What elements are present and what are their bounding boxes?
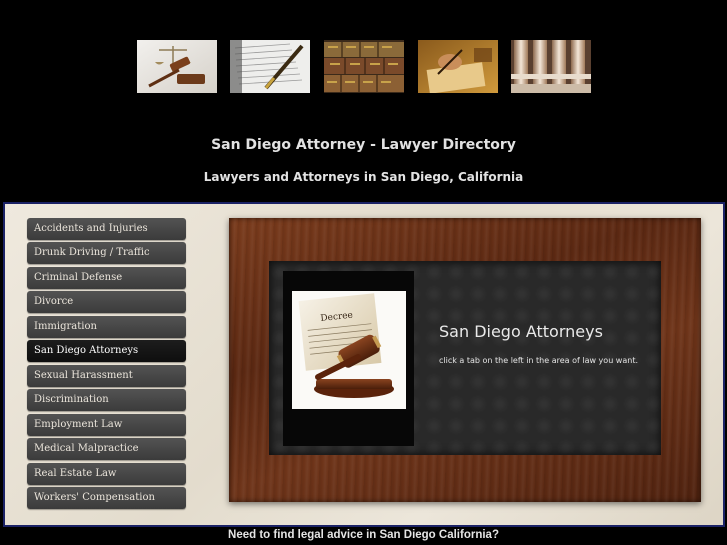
menu-item-workers-compensation[interactable]: Workers' Compensation bbox=[27, 487, 186, 509]
feature-image-box: Decree bbox=[283, 271, 414, 446]
courthouse-columns-photo-icon bbox=[511, 40, 591, 93]
menu-item-sexual-harassment[interactable]: Sexual Harassment bbox=[27, 365, 186, 387]
law-books-photo-icon bbox=[324, 40, 404, 93]
menu-item-immigration[interactable]: Immigration bbox=[27, 316, 186, 338]
feature-instructions: click a tab on the left in the area of l… bbox=[439, 356, 638, 365]
site-subtitle: Lawyers and Attorneys in San Diego, Cali… bbox=[203, 170, 524, 184]
menu-item-real-estate-law[interactable]: Real Estate Law bbox=[27, 463, 186, 485]
menu-item-medical-malpractice[interactable]: Medical Malpractice bbox=[27, 438, 186, 460]
wooden-frame: Decree San Diego Attorneys click a tab o… bbox=[229, 218, 701, 502]
menu-item-criminal-defense[interactable]: Criminal Defense bbox=[27, 267, 186, 289]
menu-item-san-diego-attorneys[interactable]: San Diego Attorneys bbox=[27, 340, 186, 362]
decree-gavel-image-icon: Decree bbox=[292, 291, 406, 409]
menu-item-drunk-driving-traffic[interactable]: Drunk Driving / Traffic bbox=[27, 242, 186, 264]
menu-item-divorce[interactable]: Divorce bbox=[27, 291, 186, 313]
content-panel: Accidents and Injuries Drunk Driving / T… bbox=[3, 202, 725, 527]
menu-item-employment-law[interactable]: Employment Law bbox=[27, 414, 186, 436]
writing-hand-photo-icon bbox=[418, 40, 498, 93]
chalkboard: Decree San Diego Attorneys click a tab o… bbox=[269, 261, 661, 455]
menu-item-discrimination[interactable]: Discrimination bbox=[27, 389, 186, 411]
footer-tagline: Need to find legal advice in San Diego C… bbox=[228, 529, 499, 541]
site-title: San Diego Attorney - Lawyer Directory bbox=[211, 137, 516, 153]
pen-signing-photo-icon bbox=[230, 40, 310, 93]
menu-item-accidents-and-injuries[interactable]: Accidents and Injuries bbox=[27, 218, 186, 240]
gavel-scales-photo-icon bbox=[137, 40, 217, 93]
feature-title: San Diego Attorneys bbox=[439, 322, 603, 341]
